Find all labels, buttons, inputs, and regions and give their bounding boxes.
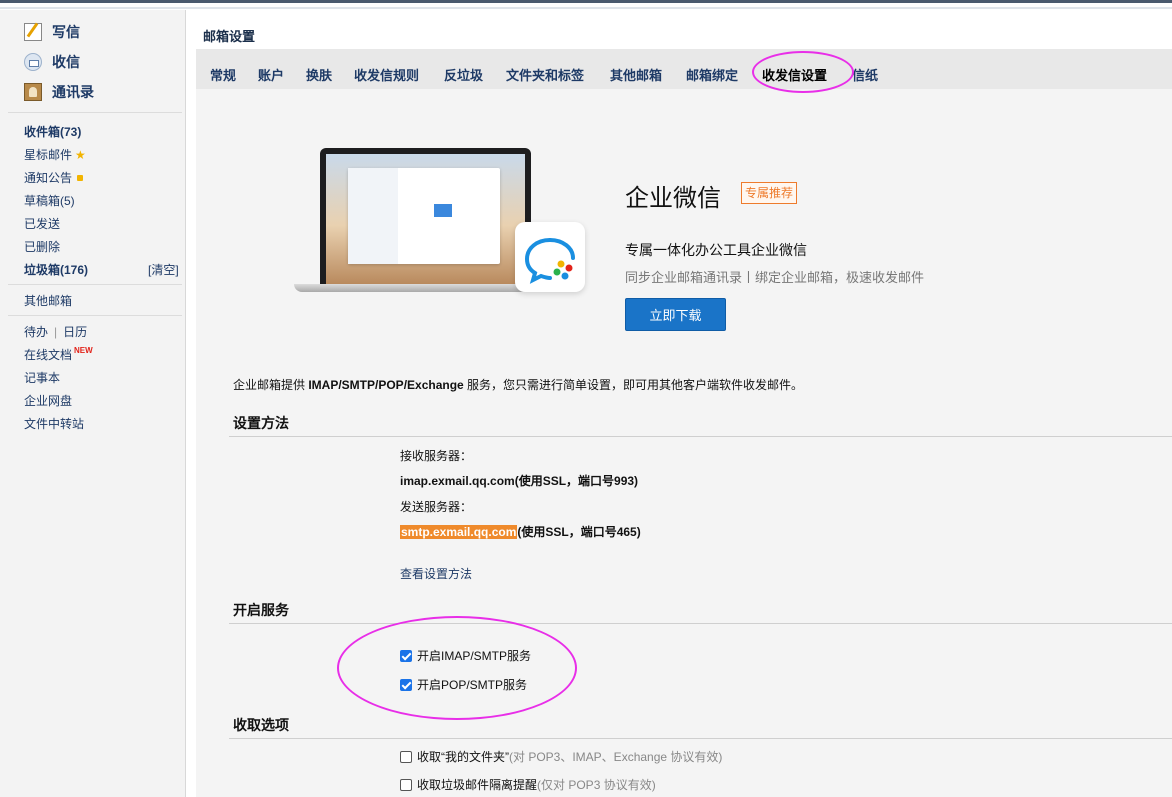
spam-quarantine-label: 收取垃圾邮件隔离提醒 [417, 778, 538, 792]
intro-before: 企业邮箱提供 [233, 378, 309, 392]
imap-smtp-toggle[interactable]: 开启IMAP/SMTP服务 [400, 647, 531, 664]
compose-label: 写信 [52, 24, 80, 40]
main-header [196, 10, 1172, 49]
inbox-label: 收信 [52, 54, 80, 70]
settings-tabs [196, 49, 1172, 89]
sidebar-item-online-docs[interactable]: 在线文档 NEW [24, 346, 93, 363]
notices-label: 通知公告 [24, 171, 73, 185]
contacts-button[interactable]: 通讯录 [24, 81, 94, 103]
tab-mailbox-binding[interactable]: 邮箱绑定 [686, 65, 738, 84]
sidebar-item-notes[interactable]: 记事本 [24, 369, 60, 386]
tab-folders-labels[interactable]: 文件夹和标签 [506, 65, 584, 84]
pop-checkbox[interactable] [400, 678, 412, 691]
my-folders-label: 收取“我的文件夹” [417, 750, 509, 764]
pop-label: 开启POP/SMTP服务 [417, 678, 528, 692]
speaker-icon [77, 175, 84, 181]
receive-my-folders-option[interactable]: 收取“我的文件夹” (对 POP3、IMAP、Exchange 协议有效) [400, 748, 722, 765]
tab-stationery[interactable]: 信纸 [852, 65, 878, 84]
promo-subtitle: 专属一体化办公工具企业微信 [625, 242, 807, 258]
sidebar-item-transfer[interactable]: 文件中转站 [24, 415, 84, 432]
sidebar-item-notices[interactable]: 通知公告 [24, 169, 84, 186]
wework-icon [524, 238, 575, 284]
outgoing-server-value: smtp.exmail.qq.com(使用SSL，端口号465) [400, 523, 641, 540]
incoming-server-label: 接收服务器： [400, 449, 473, 463]
todo-link[interactable]: 待办 [24, 325, 48, 339]
sidebar-divider [8, 315, 182, 316]
compose-button[interactable]: 写信 [24, 21, 80, 43]
inbox-button[interactable]: 收信 [24, 51, 80, 73]
protocol-intro: 企业邮箱提供 IMAP/SMTP/POP/Exchange 服务，您只需进行简单… [233, 376, 803, 393]
spam-clear-link[interactable]: [清空] [148, 261, 179, 278]
calendar-link[interactable]: 日历 [63, 325, 87, 339]
sidebar-item-starred[interactable]: 星标邮件 ★ [24, 146, 86, 163]
sidebar-item-netdisk[interactable]: 企业网盘 [24, 392, 72, 409]
my-folders-checkbox[interactable] [400, 750, 412, 763]
receive-section-title: 收取选项 [233, 717, 289, 733]
outgoing-port: (使用SSL，端口号465) [517, 525, 641, 539]
online-docs-label: 在线文档 [24, 348, 73, 362]
star-icon: ★ [75, 148, 86, 162]
tab-general[interactable]: 常规 [210, 65, 236, 84]
tab-other-mailbox[interactable]: 其他邮箱 [610, 65, 662, 84]
my-folders-hint: (对 POP3、IMAP、Exchange 协议有效) [509, 750, 723, 764]
sidebar-divider [8, 284, 182, 285]
section-divider [229, 436, 1172, 437]
incoming-server-value: imap.exmail.qq.com(使用SSL，端口号993) [400, 474, 639, 488]
recommend-badge: 专属推荐 [741, 182, 798, 204]
pop-smtp-toggle[interactable]: 开启POP/SMTP服务 [400, 676, 527, 693]
sidebar-item-deleted[interactable]: 已删除 [24, 238, 60, 255]
tab-anti-spam[interactable]: 反垃圾 [444, 65, 483, 84]
sidebar-item-drafts[interactable]: 草稿箱(5) [24, 192, 75, 209]
inbox-icon [24, 53, 42, 71]
compose-icon [24, 23, 42, 41]
top-bar [0, 0, 1172, 10]
page-title: 邮箱设置 [203, 29, 256, 44]
laptop-screen [326, 154, 525, 284]
sidebar-item-sent[interactable]: 已发送 [24, 215, 60, 232]
view-setup-link[interactable]: 查看设置方法 [400, 565, 472, 582]
intro-protocols: IMAP/SMTP/POP/Exchange [308, 378, 464, 392]
contacts-label: 通讯录 [52, 84, 94, 100]
envelope-icon [434, 204, 452, 217]
separator: | [54, 325, 58, 339]
section-divider [229, 623, 1172, 624]
sidebar-item-inbox[interactable]: 收件箱(73) [24, 123, 81, 140]
promo-title: 企业微信 [625, 185, 721, 212]
download-button[interactable]: 立即下载 [625, 298, 726, 331]
contacts-icon [24, 83, 42, 101]
spam-quarantine-checkbox[interactable] [400, 778, 412, 791]
intro-after: 服务，您只需进行简单设置，即可用其他客户端软件收发邮件。 [463, 378, 804, 392]
outgoing-server-label: 发送服务器： [400, 500, 473, 514]
new-badge: NEW [74, 346, 93, 355]
laptop-illustration [320, 148, 531, 286]
spam-quarantine-hint: (仅对 POP3 协议有效) [537, 778, 656, 792]
section-divider [229, 738, 1172, 739]
outgoing-host-highlight: smtp.exmail.qq.com [400, 525, 518, 539]
tab-mail-rules[interactable]: 收发信规则 [354, 65, 419, 84]
sidebar-item-other-mailbox[interactable]: 其他邮箱 [24, 292, 72, 309]
tab-send-receive-settings[interactable]: 收发信设置 [762, 65, 827, 84]
services-section-title: 开启服务 [233, 602, 289, 618]
spam-quarantine-option[interactable]: 收取垃圾邮件隔离提醒 (仅对 POP3 协议有效) [400, 776, 656, 793]
imap-label: 开启IMAP/SMTP服务 [417, 649, 532, 663]
tab-account[interactable]: 账户 [258, 65, 284, 84]
wework-logo [515, 222, 585, 292]
starred-label: 星标邮件 [24, 148, 73, 162]
sidebar-item-todo-calendar: 待办 | 日历 [24, 323, 87, 340]
window-sidebar [348, 168, 398, 264]
promo-description: 同步企业邮箱通讯录丨绑定企业邮箱，极速收发邮件 [625, 270, 925, 285]
imap-checkbox[interactable] [400, 649, 412, 662]
sidebar-item-spam[interactable]: 垃圾箱(176) [24, 261, 88, 278]
main-panel [196, 10, 1172, 797]
sidebar-divider [8, 112, 182, 113]
mail-window-illustration [348, 168, 500, 264]
setup-section-title: 设置方法 [233, 415, 289, 431]
tab-skin[interactable]: 换肤 [306, 65, 332, 84]
